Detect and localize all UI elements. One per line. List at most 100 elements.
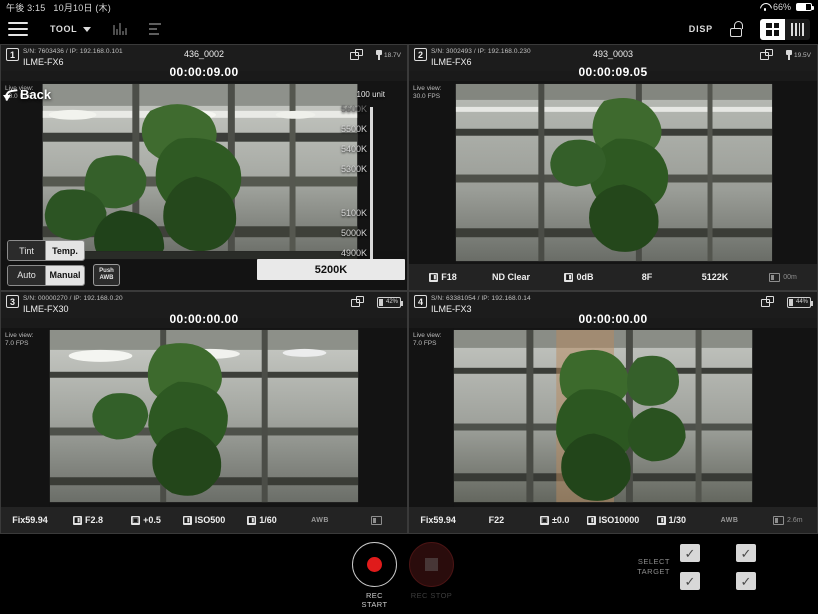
- list-settings-icon[interactable]: [149, 23, 163, 35]
- target-checkbox-2[interactable]: [736, 544, 756, 562]
- camera-3-liveview-label: Live view: 7.0 FPS: [5, 332, 34, 347]
- duplicate-window-icon[interactable]: [351, 296, 365, 308]
- wb-value-item[interactable]: 5500K: [331, 119, 405, 139]
- camera-4-header-icons: 44%: [761, 296, 813, 308]
- camera-4-iso[interactable]: ◧ ISO10000: [584, 515, 642, 525]
- camera-4-iris[interactable]: F22: [467, 515, 525, 525]
- wb-selected-value[interactable]: 5200K: [257, 259, 405, 280]
- camera-2-clip-name: 493_0003: [592, 49, 634, 59]
- back-label: Back: [20, 87, 52, 102]
- camera-3-framerate-value: Fix59.94: [12, 515, 48, 525]
- view-column-button[interactable]: [785, 18, 810, 40]
- wb-value-item[interactable]: 5600K: [331, 99, 405, 119]
- target-checkbox-3[interactable]: [680, 572, 700, 590]
- date: 10月10日 (木): [53, 2, 111, 13]
- push-awb-line1: Push: [99, 268, 114, 274]
- camera-4-wb-value: AWB: [720, 516, 739, 524]
- card-icon: [769, 272, 781, 282]
- camera-4-exposure[interactable]: ▣ ±0.0: [526, 515, 584, 525]
- camera-2-nd-value: ND Clear: [491, 272, 530, 282]
- camera-3-exposure[interactable]: ▣ +0.5: [117, 515, 175, 525]
- rec-start-group: REC START: [352, 542, 397, 609]
- disp-button[interactable]: DISP: [689, 24, 713, 34]
- wb-tab-tint[interactable]: Tint: [8, 241, 46, 260]
- camera-2-nd[interactable]: ND Clear: [477, 272, 545, 282]
- camera-3-shutter-value: 1/60: [259, 515, 277, 525]
- wb-value-list[interactable]: 5600K 5500K 5400K 5300K 5100K 5000K 4900…: [331, 99, 405, 283]
- wb-tab-temp[interactable]: Temp.: [46, 241, 84, 260]
- shutter-icon: ◧: [247, 515, 257, 525]
- tool-menu-button[interactable]: TOOL: [50, 24, 92, 34]
- camera-4-shutter[interactable]: ◧ 1/30: [642, 515, 700, 525]
- camera-1-body: Live view: 30.0 FPS 100 unit 5600K 5500K…: [1, 81, 407, 290]
- camera-4-wb[interactable]: AWB: [700, 517, 758, 524]
- stop-square-icon: [425, 558, 438, 571]
- record-controls: REC START REC STOP: [352, 542, 454, 609]
- camera-1-power: 18.7V: [376, 50, 401, 60]
- camera-4-status-bar: Fix59.94 F22 ▣ ±0.0 ◧ ISO10000 ◧ 1/30 AWB 2…: [409, 507, 817, 533]
- camera-3-wb-value: AWB: [311, 516, 329, 524]
- view-mode-toggle: [760, 18, 810, 40]
- camera-3-live-view[interactable]: [1, 328, 407, 509]
- exposure-icon: ▣: [539, 515, 549, 525]
- duplicate-window-icon[interactable]: [350, 49, 364, 61]
- view-grid-button[interactable]: [760, 18, 785, 40]
- power-plug-icon: [376, 50, 382, 60]
- camera-4-battery: 44%: [787, 296, 813, 308]
- camera-3-iso-value: ISO500: [194, 515, 226, 525]
- unlock-icon[interactable]: [729, 21, 744, 37]
- camera-3-wb[interactable]: AWB: [291, 517, 349, 524]
- chevron-down-icon: [83, 26, 92, 32]
- wb-tab-manual[interactable]: Manual: [46, 265, 84, 285]
- target-checkbox-grid: [680, 544, 756, 590]
- camera-2-iris-value: F18: [441, 272, 457, 282]
- camera-1-clip-name: 436_0002: [183, 49, 225, 59]
- camera-4-live-view[interactable]: [409, 328, 817, 509]
- camera-1-voltage: 18.7V: [384, 51, 401, 59]
- hamburger-icon[interactable]: [8, 22, 28, 36]
- camera-4-framerate[interactable]: Fix59.94: [409, 515, 467, 525]
- battery-icon: [796, 3, 814, 11]
- audio-level-icon[interactable]: [113, 23, 128, 35]
- camera-3-shutter[interactable]: ◧ 1/60: [233, 515, 291, 525]
- target-checkbox-1[interactable]: [680, 544, 700, 562]
- rec-stop-button[interactable]: [409, 542, 454, 587]
- camera-2-header-icons: 19.5V: [760, 49, 811, 61]
- wb-value-item[interactable]: 5100K: [331, 203, 405, 223]
- duplicate-window-icon[interactable]: [760, 49, 774, 61]
- wb-tab-auto[interactable]: Auto: [8, 265, 46, 285]
- camera-3-iris-value: F2.8: [84, 515, 103, 525]
- wifi-icon: [760, 3, 770, 11]
- camera-2-focus[interactable]: 8F: [613, 272, 681, 282]
- camera-2-iris[interactable]: ◧ F18: [409, 272, 477, 282]
- record-dot-icon: [367, 557, 382, 572]
- camera-2-liveview-label: Live view: 30.0 FPS: [413, 85, 442, 100]
- camera-2-gain[interactable]: ◧ 0dB: [545, 272, 613, 282]
- camera-4-liveview-label: Live view: 7.0 FPS: [413, 332, 442, 347]
- wb-value-item[interactable]: 5300K: [331, 159, 405, 179]
- camera-2-voltage: 19.5V: [794, 51, 811, 59]
- wb-value-item[interactable]: 5400K: [331, 139, 405, 159]
- camera-panel-4[interactable]: 4 S/N: 63381054 / IP: 192.168.0.14 ILME-…: [408, 291, 818, 534]
- camera-3-framerate[interactable]: Fix59.94: [1, 515, 59, 525]
- camera-3-iso[interactable]: ◧ ISO500: [175, 515, 233, 525]
- camera-panel-1[interactable]: 1 S/N: 7603436 / IP: 192.168.0.101 ILME-…: [0, 44, 408, 291]
- wb-value-item[interactable]: 5000K: [331, 223, 405, 243]
- push-awb-button[interactable]: Push AWB: [93, 264, 120, 286]
- card-icon: [371, 515, 382, 525]
- camera-2-wb[interactable]: 5122K: [681, 272, 749, 282]
- rec-start-button[interactable]: [352, 542, 397, 587]
- back-button[interactable]: Back: [3, 87, 51, 102]
- camera-4-media: 2.6m: [759, 515, 817, 525]
- camera-panel-2[interactable]: 2 S/N: 3002493 / IP: 192.168.0.230 ILME-…: [408, 44, 818, 291]
- power-plug-icon: [786, 50, 792, 60]
- wb-control-segment: Auto Manual: [7, 264, 85, 286]
- camera-3-iris[interactable]: ◧ F2.8: [59, 515, 117, 525]
- camera-panel-3[interactable]: 3 S/N: 00000270 / IP: 192.168.0.20 ILME-…: [0, 291, 408, 534]
- target-checkbox-4[interactable]: [736, 572, 756, 590]
- camera-3-timecode: 00:00:00.00: [169, 312, 239, 326]
- camera-4-header: 4 S/N: 63381054 / IP: 192.168.0.14 ILME-…: [409, 292, 817, 326]
- wb-unit-label: 100 unit: [356, 90, 385, 99]
- duplicate-window-icon[interactable]: [761, 296, 775, 308]
- camera-2-live-view[interactable]: [409, 81, 817, 266]
